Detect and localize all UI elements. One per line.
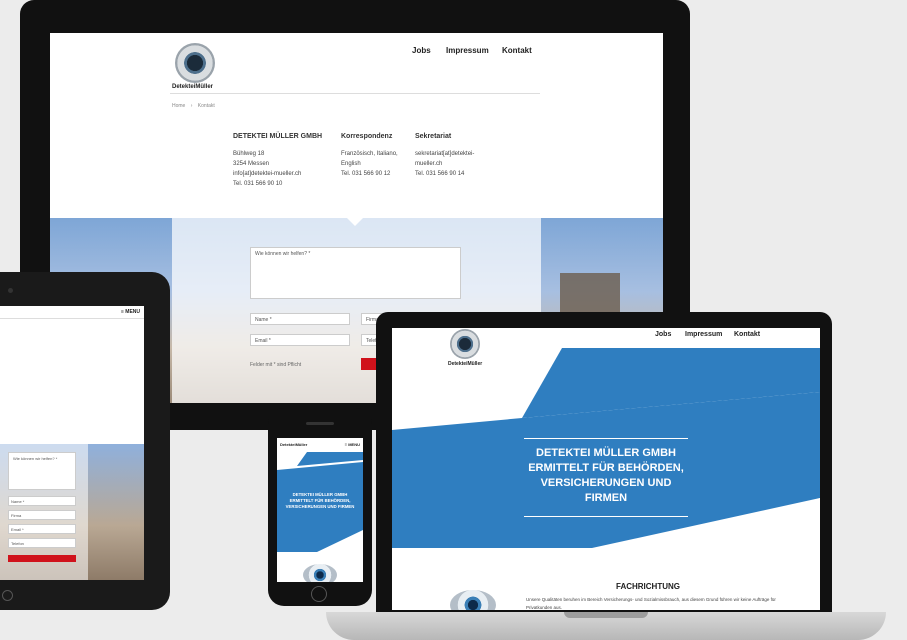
firma-field[interactable]: Firma [8,510,76,520]
pointer-triangle [347,218,363,226]
correspondence-heading: Korrespondenz [341,133,393,140]
tablet-screen: ≡ MENU Wie können wir helfen? * Name * F… [0,306,144,580]
nav-kontakt[interactable]: Kontakt [502,46,532,55]
laptop-notch [564,612,648,618]
message-field[interactable]: Wie können wir helfen? * [8,452,76,490]
menu-button[interactable]: ≡ MENU [121,309,140,315]
hero-title: DETEKTEI MÜLLER GMBH ERMITTELT FÜR BEHÖR… [528,447,684,504]
logo-icon[interactable] [175,43,215,83]
camera-icon [8,288,13,293]
hero-rule-top [524,438,688,439]
breadcrumb-home[interactable]: Home [172,103,185,109]
header-divider [0,318,144,319]
speaker-icon [306,422,334,425]
nav-impressum[interactable]: Impressum [446,46,489,55]
section-paragraph: Unsere Qualitäten beruhen im Bereich Ver… [526,597,776,610]
hero-title: DETEKTEI MÜLLER GMBH ERMITTELT FÜR BEHÖR… [285,492,355,509]
logo-text: DetekteiMüller [172,84,214,90]
header-divider [170,93,540,94]
nav-jobs[interactable]: Jobs [412,46,431,55]
message-field[interactable]: Wie können wir helfen? * [250,247,461,299]
tablet-device: ≡ MENU Wie können wir helfen? * Name * F… [0,272,170,610]
nav-kontakt[interactable]: Kontakt [734,331,760,338]
section-heading: FACHRICHTUNG [616,582,680,591]
home-button[interactable] [311,586,327,602]
name-field[interactable]: Name * [8,496,76,506]
email-field[interactable]: Email * [250,334,350,346]
eye-icon [303,564,337,582]
logo-text: DetekteiMüller [280,442,308,447]
company-heading: DETEKTEI MÜLLER GMBH [233,133,323,140]
nav-jobs[interactable]: Jobs [655,331,671,338]
home-button[interactable] [2,590,13,601]
breadcrumb-separator: › [190,103,193,109]
phone-device: DetekteiMüller ≡ MENU DETEKTEI MÜLLER GM… [268,408,372,606]
menu-button[interactable]: ≡ MENU [345,442,360,447]
secretariat-heading: Sekretariat [415,133,452,140]
laptop-screen: DetekteiMüller Jobs Impressum Kontakt DE… [392,328,820,610]
phone-screen: DetekteiMüller ≡ MENU DETEKTEI MÜLLER GM… [277,438,363,582]
submit-button[interactable] [8,555,76,562]
breadcrumb-current: Kontakt [197,103,215,109]
required-note: Felder mit * sind Pflicht [250,362,302,368]
hero-rule-bottom [524,516,688,517]
name-field[interactable]: Name * [250,313,350,325]
nav-impressum[interactable]: Impressum [685,331,722,338]
telefon-field[interactable]: Telefon [8,538,76,548]
breadcrumb: Home › Kontakt [172,103,215,109]
correspondence-details: Französisch, Italiano, English Tel. 031 … [341,151,398,177]
responsive-mockup: DetekteiMüller Jobs Impressum Kontakt Ho… [0,0,907,640]
email-field[interactable]: Email * [8,524,76,534]
eye-icon [450,590,496,610]
secretariat-details: sekretariat[at]detektei- mueller.ch Tel.… [415,151,475,177]
laptop-device: DetekteiMüller Jobs Impressum Kontakt DE… [376,312,832,614]
company-address: Bühlweg 18 3254 Messen info[at]detektei-… [233,151,302,187]
